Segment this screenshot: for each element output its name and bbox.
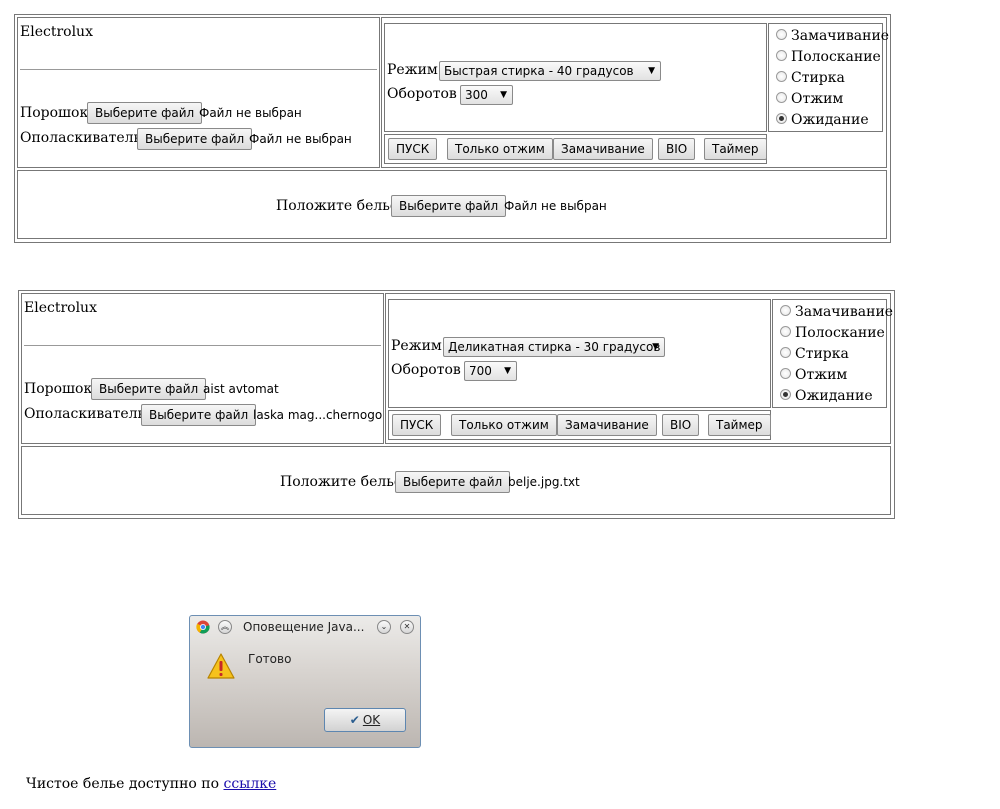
- powder-label: Порошок: [20, 105, 89, 121]
- state-label-wash: Стирка: [795, 346, 849, 362]
- state-radio-idle[interactable]: [780, 389, 791, 400]
- laundry-file-button[interactable]: Выберите файл: [395, 471, 511, 493]
- rinse-file-name: laska mag...chernogo: [253, 408, 383, 422]
- warning-icon: [207, 653, 235, 679]
- chrome-icon: [196, 620, 210, 634]
- state-radio-spin[interactable]: [780, 368, 791, 379]
- chevron-down-icon: ▼: [504, 366, 511, 376]
- washer-panel-1: Electrolux Порошок Выберите файл Файл не…: [14, 14, 891, 243]
- state-label-idle: Ожидание: [795, 388, 873, 404]
- laundry-file-button[interactable]: Выберите файл: [391, 195, 507, 217]
- state-radio-soak[interactable]: [780, 305, 791, 316]
- timer-button[interactable]: Таймер: [708, 414, 771, 436]
- state-label-soak: Замачивание: [791, 28, 890, 44]
- laundry-file-name: belje.jpg.txt: [508, 475, 580, 489]
- mode-label: Режим: [387, 62, 438, 78]
- laundry-cell: Положите белье Выберите файл Файл не выб…: [17, 170, 887, 239]
- rinse-file-button[interactable]: Выберите файл: [141, 404, 257, 426]
- rinse-file-name: Файл не выбран: [249, 132, 352, 146]
- mode-select[interactable]: Быстрая стирка - 40 градусов ▼: [439, 61, 661, 81]
- washer-info-cell: Electrolux Порошок Выберите файл aist av…: [21, 293, 384, 444]
- mode-select-value: Быстрая стирка - 40 градусов: [444, 64, 634, 78]
- bio-button[interactable]: BIO: [658, 138, 696, 160]
- spin-only-button[interactable]: Только отжим: [447, 138, 553, 160]
- rinse-label: Ополаскиватель: [24, 406, 146, 422]
- rpm-select[interactable]: 300 ▼: [460, 85, 513, 105]
- state-box: Замачивание Полоскание Стирка Отжим Ожид…: [772, 299, 893, 408]
- state-radio-rinse[interactable]: [780, 326, 791, 337]
- bio-button[interactable]: BIO: [662, 414, 700, 436]
- program-box: Режим Деликатная стирка - 30 градусов ▼ О…: [388, 299, 771, 408]
- divider: [24, 345, 381, 346]
- action-bar: ПУСК Только отжим Замачивание BIO Таймер: [388, 410, 771, 440]
- divider: [20, 69, 377, 70]
- state-label-spin: Отжим: [791, 91, 844, 107]
- chevron-down-icon: ▼: [648, 66, 655, 76]
- rpm-select[interactable]: 700 ▼: [464, 361, 517, 381]
- powder-file-name: aist avtomat: [203, 382, 279, 396]
- laundry-cell: Положите белье Выберите файл belje.jpg.t…: [21, 446, 891, 515]
- powder-file-button[interactable]: Выберите файл: [91, 378, 207, 400]
- state-radio-wash[interactable]: [776, 71, 787, 82]
- state-radio-spin[interactable]: [776, 92, 787, 103]
- mode-select[interactable]: Деликатная стирка - 30 градусов ▼: [443, 337, 665, 357]
- timer-button[interactable]: Таймер: [704, 138, 767, 160]
- brand-label: Electrolux: [24, 300, 97, 316]
- footer-note: Чистое белье доступно по ссылке: [26, 776, 276, 792]
- footer-text: Чистое белье доступно по: [26, 776, 224, 792]
- dialog-title: Оповещение Java...: [243, 620, 365, 634]
- mode-label: Режим: [391, 338, 442, 354]
- state-label-soak: Замачивание: [795, 304, 894, 320]
- brand-label: Electrolux: [20, 24, 93, 40]
- chevron-up-icon[interactable]: ︽: [218, 620, 232, 634]
- action-bar: ПУСК Только отжим Замачивание BIO Таймер: [384, 134, 767, 164]
- rinse-label: Ополаскиватель: [20, 130, 142, 146]
- mode-select-value: Деликатная стирка - 30 градусов: [448, 340, 661, 354]
- clean-laundry-link[interactable]: ссылке: [224, 776, 277, 792]
- close-button[interactable]: ✕: [400, 620, 414, 634]
- rpm-select-value: 300: [465, 88, 488, 102]
- powder-file-button[interactable]: Выберите файл: [87, 102, 203, 124]
- minimize-button[interactable]: ⌄: [377, 620, 391, 634]
- washer-panel-2: Electrolux Порошок Выберите файл aist av…: [18, 290, 895, 519]
- washer-control-cell: Режим Быстрая стирка - 40 градусов ▼ Обор…: [381, 17, 889, 168]
- soak-button[interactable]: Замачивание: [557, 414, 657, 436]
- rpm-label: Оборотов: [387, 86, 457, 102]
- spin-only-button[interactable]: Только отжим: [451, 414, 557, 436]
- state-box: Замачивание Полоскание Стирка Отжим Ожид…: [768, 23, 889, 132]
- start-button[interactable]: ПУСК: [392, 414, 442, 436]
- state-label-wash: Стирка: [791, 70, 845, 86]
- state-label-idle: Ожидание: [791, 112, 869, 128]
- powder-label: Порошок: [24, 381, 93, 397]
- rinse-file-button[interactable]: Выберите файл: [137, 128, 253, 150]
- start-button[interactable]: ПУСК: [388, 138, 438, 160]
- ok-button[interactable]: ✔ OK: [324, 708, 406, 732]
- washer-info-cell: Electrolux Порошок Выберите файл Файл не…: [17, 17, 380, 168]
- state-label-spin: Отжим: [795, 367, 848, 383]
- state-label-rinse: Полоскание: [791, 49, 881, 65]
- rpm-label: Оборотов: [391, 362, 461, 378]
- alert-dialog: ︽ Оповещение Java... ⌄ ✕ Готово ✔ OK: [189, 615, 421, 748]
- powder-file-name: Файл не выбран: [199, 106, 302, 120]
- dialog-message: Готово: [248, 652, 292, 666]
- program-box: Режим Быстрая стирка - 40 градусов ▼ Обор…: [384, 23, 767, 132]
- rpm-select-value: 700: [469, 364, 492, 378]
- laundry-label: Положите белье: [280, 474, 403, 490]
- ok-button-label: OK: [362, 713, 381, 727]
- washer-control-cell: Режим Деликатная стирка - 30 градусов ▼ О…: [385, 293, 893, 444]
- state-radio-wash[interactable]: [780, 347, 791, 358]
- state-radio-idle[interactable]: [776, 113, 787, 124]
- chevron-down-icon: ▼: [652, 342, 659, 352]
- laundry-label: Положите белье: [276, 198, 399, 214]
- state-radio-rinse[interactable]: [776, 50, 787, 61]
- chevron-down-icon: ▼: [500, 90, 507, 100]
- soak-button[interactable]: Замачивание: [553, 138, 653, 160]
- checkmark-icon: ✔: [349, 713, 360, 727]
- laundry-file-name: Файл не выбран: [504, 199, 607, 213]
- state-label-rinse: Полоскание: [795, 325, 885, 341]
- state-radio-soak[interactable]: [776, 29, 787, 40]
